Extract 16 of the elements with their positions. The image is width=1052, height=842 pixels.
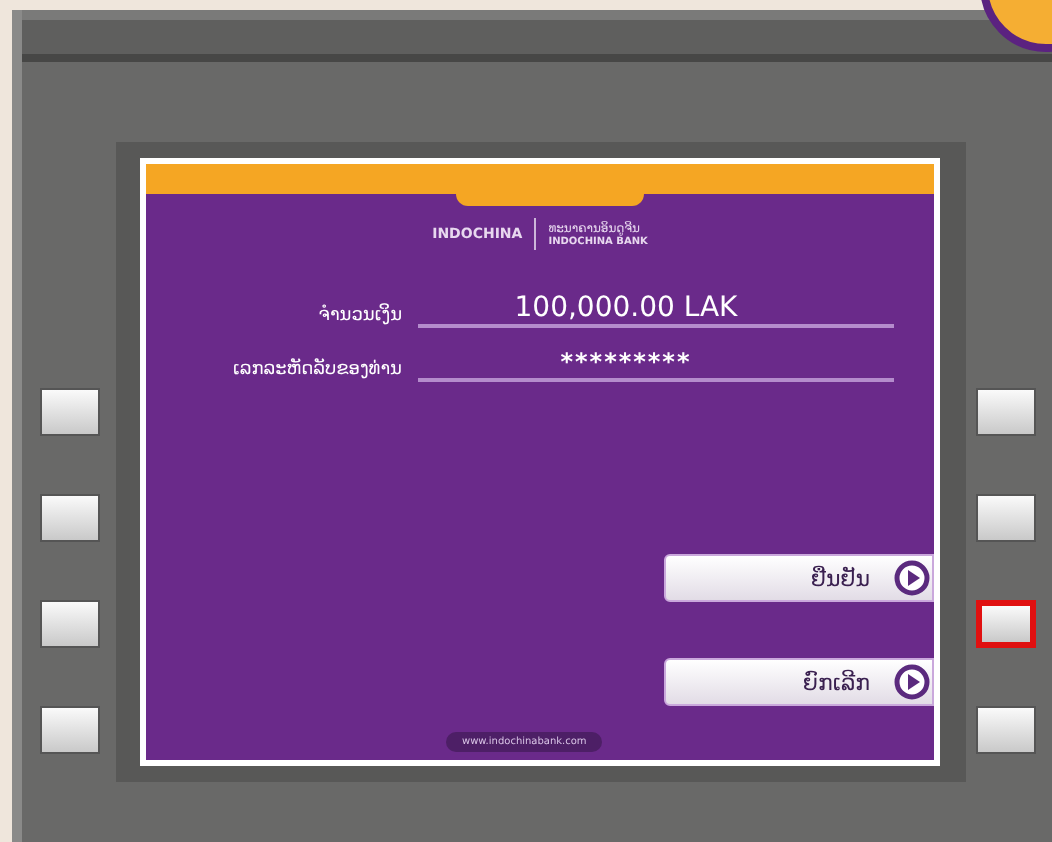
side-key[interactable]	[976, 388, 1036, 436]
side-key[interactable]	[976, 706, 1036, 754]
field-label: ຈຳນວນເງິນ	[316, 306, 402, 328]
side-key[interactable]	[976, 494, 1036, 542]
side-key[interactable]	[40, 706, 100, 754]
field-value: 100,000.00 LAK	[514, 292, 738, 324]
field-value: *********	[560, 348, 692, 376]
side-key[interactable]	[976, 600, 1036, 648]
play-icon	[894, 664, 930, 700]
side-key[interactable]	[40, 600, 100, 648]
play-icon	[894, 560, 930, 596]
side-key[interactable]	[40, 494, 100, 542]
side-key[interactable]	[40, 388, 100, 436]
field-label: ເລກລະຫັດລັບຂອງທ່ານ	[230, 360, 402, 382]
action-button[interactable]: ຍົກເລີກ	[664, 658, 934, 706]
action-button[interactable]: ຢືນຢັນ	[664, 554, 934, 602]
